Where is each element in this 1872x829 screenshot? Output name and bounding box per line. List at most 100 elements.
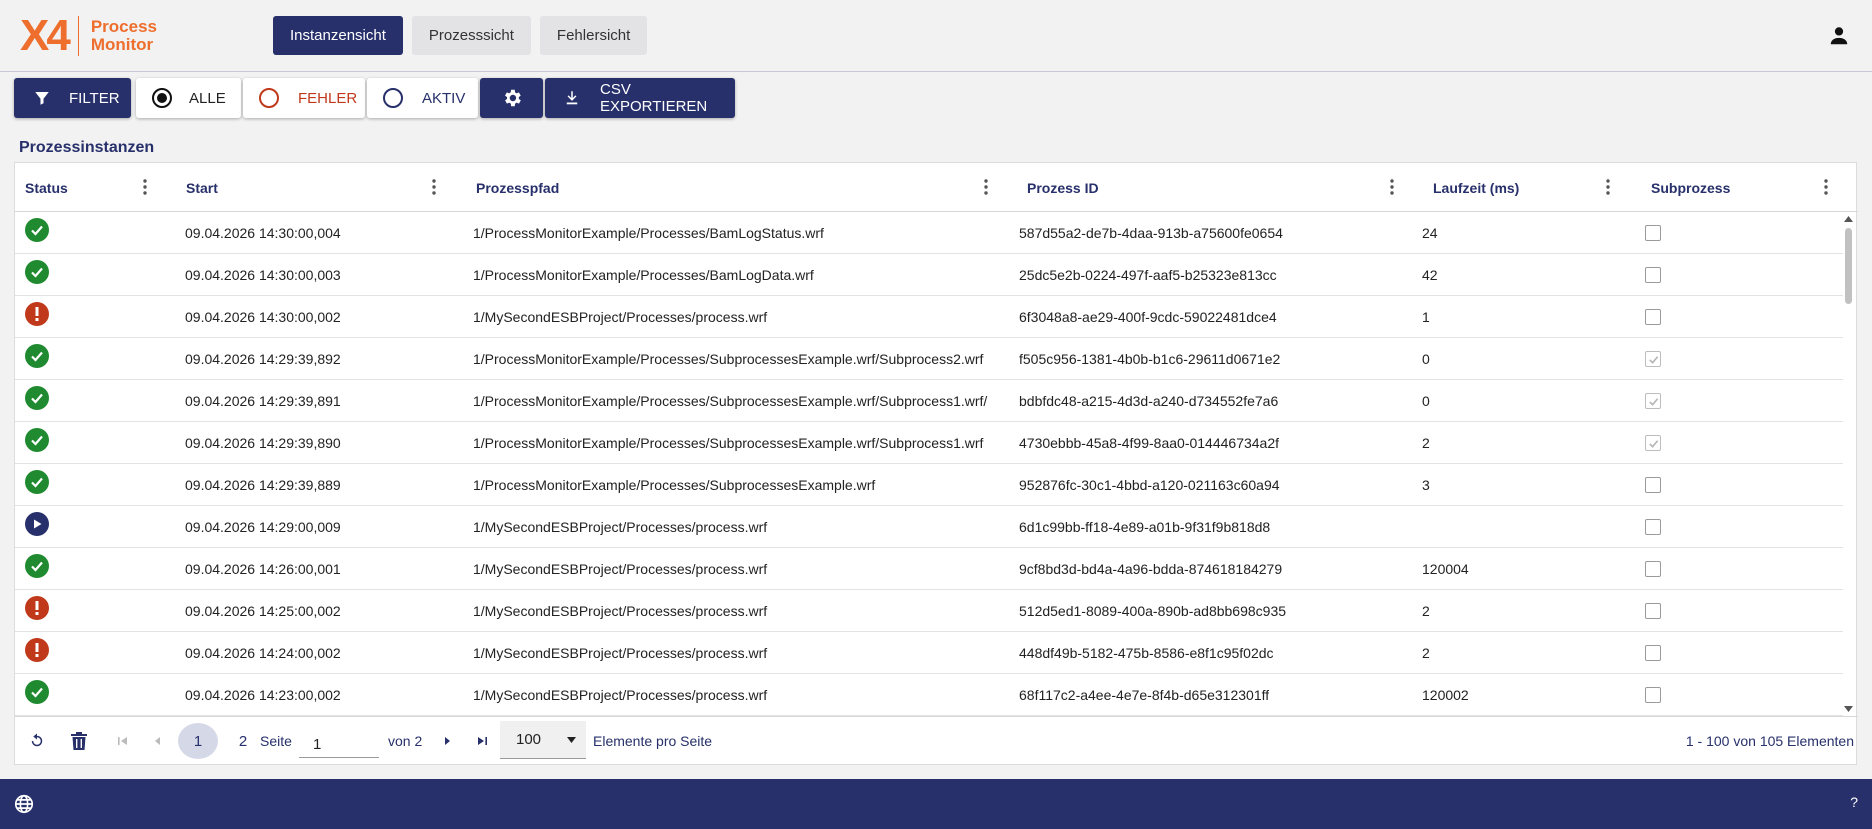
process-path-cell: 1/ProcessMonitorExample/Processes/Subpro…: [473, 351, 984, 367]
column-menu-icon[interactable]: [1605, 177, 1611, 197]
error-alert-icon: [25, 638, 49, 662]
table-row[interactable]: 09.04.2026 14:26:00,001 1/MySecondESBProj…: [15, 548, 1843, 590]
settings-button[interactable]: [480, 78, 543, 118]
next-page-icon[interactable]: [435, 729, 459, 753]
table-row[interactable]: 09.04.2026 14:24:00,002 1/MySecondESBProj…: [15, 632, 1843, 674]
subprocess-checkbox[interactable]: [1645, 267, 1661, 283]
start-cell: 09.04.2026 14:29:39,890: [185, 435, 341, 451]
success-check-icon: [25, 428, 49, 452]
logo-line-1: Process: [90, 17, 157, 36]
delete-icon[interactable]: [67, 729, 91, 753]
subprocess-checkbox[interactable]: [1645, 519, 1661, 535]
subprocess-cell: [1645, 632, 1685, 674]
subprocess-checkbox[interactable]: [1645, 561, 1661, 577]
radio-error-indicator: [259, 88, 279, 108]
table-row[interactable]: 09.04.2026 14:29:39,891 1/ProcessMonitorE…: [15, 380, 1843, 422]
csv-export-label: CSV EXPORTIEREN: [600, 81, 708, 115]
help-button[interactable]: ?: [1850, 794, 1858, 810]
subprocess-checkbox[interactable]: [1645, 687, 1661, 703]
page-2-button[interactable]: 2: [223, 723, 263, 759]
table-row[interactable]: 09.04.2026 14:29:39,890 1/ProcessMonitorE…: [15, 422, 1843, 464]
process-path-cell: 1/ProcessMonitorExample/Processes/BamLog…: [473, 267, 814, 283]
tab-fehlersicht[interactable]: Fehlersicht: [539, 16, 648, 55]
scrollbar-thumb[interactable]: [1845, 228, 1852, 304]
status-cell: [25, 674, 49, 716]
column-header-path[interactable]: Prozesspfad: [476, 163, 559, 212]
tab-instanzensicht[interactable]: Instanzensicht: [273, 16, 403, 55]
column-header-status[interactable]: Status: [25, 163, 68, 212]
table-row[interactable]: 09.04.2026 14:23:00,002 1/MySecondESBProj…: [15, 674, 1843, 716]
status-cell: [25, 590, 49, 632]
previous-page-icon[interactable]: [146, 729, 170, 753]
process-id-cell: 6d1c99bb-ff18-4e89-a01b-9f31f9b818d8: [1019, 519, 1271, 535]
process-instances-table: Status Start Prozesspfad Prozess ID Lauf…: [14, 162, 1858, 765]
subprocess-checkbox[interactable]: [1645, 435, 1661, 451]
filter-button[interactable]: FILTER: [14, 78, 131, 118]
column-menu-icon[interactable]: [431, 177, 437, 197]
status-cell: [25, 254, 49, 296]
subprocess-checkbox[interactable]: [1645, 225, 1661, 241]
runtime-cell: 3: [1422, 477, 1430, 493]
column-header-runtime[interactable]: Laufzeit (ms): [1433, 163, 1519, 212]
radio-all[interactable]: ALLE: [136, 78, 241, 118]
column-menu-icon[interactable]: [1389, 177, 1395, 197]
status-cell: [25, 548, 49, 590]
app-footer: ?: [0, 779, 1872, 829]
subprocess-checkbox[interactable]: [1645, 393, 1661, 409]
status-cell: [25, 380, 49, 422]
subprocess-checkbox[interactable]: [1645, 477, 1661, 493]
tab-prozesssicht[interactable]: Prozesssicht: [411, 16, 531, 55]
filter-button-label: FILTER: [69, 89, 120, 107]
subprocess-checkbox[interactable]: [1645, 309, 1661, 325]
table-row[interactable]: 09.04.2026 14:29:39,892 1/ProcessMonitorE…: [15, 338, 1843, 380]
page-size-select[interactable]: 100: [500, 721, 586, 759]
refresh-icon[interactable]: [25, 729, 49, 753]
process-id-cell: 448df49b-5182-475b-8586-e8f1c95f02dc: [1019, 645, 1274, 661]
download-icon: [563, 89, 581, 107]
table-body: 09.04.2026 14:30:00,004 1/ProcessMonitorE…: [15, 212, 1843, 716]
globe-icon[interactable]: [13, 793, 35, 815]
process-path-cell: 1/ProcessMonitorExample/Processes/BamLog…: [473, 225, 824, 241]
radio-active[interactable]: AKTIV: [367, 78, 478, 118]
last-page-icon[interactable]: [470, 729, 494, 753]
column-header-id[interactable]: Prozess ID: [1027, 163, 1099, 212]
table-row[interactable]: 09.04.2026 14:25:00,002 1/MySecondESBProj…: [15, 590, 1843, 632]
paginator: 1 2 Seite von 2 100 Elemente pro Seite 1…: [15, 716, 1858, 765]
start-cell: 09.04.2026 14:29:00,009: [185, 519, 341, 535]
table-row[interactable]: 09.04.2026 14:29:39,889 1/ProcessMonitorE…: [15, 464, 1843, 506]
csv-export-button[interactable]: CSV EXPORTIEREN: [545, 78, 735, 118]
start-cell: 09.04.2026 14:26:00,001: [185, 561, 341, 577]
table-row[interactable]: 09.04.2026 14:30:00,004 1/ProcessMonitorE…: [15, 212, 1843, 254]
start-cell: 09.04.2026 14:23:00,002: [185, 687, 341, 703]
column-menu-icon[interactable]: [142, 177, 148, 197]
subprocess-cell: [1645, 212, 1685, 254]
range-label: 1 - 100 von 105 Elementen: [1685, 733, 1854, 749]
status-cell: [25, 422, 49, 464]
radio-error[interactable]: FEHLER: [243, 78, 365, 118]
subprocess-cell: [1645, 464, 1685, 506]
radio-all-indicator: [152, 88, 172, 108]
table-row[interactable]: 09.04.2026 14:30:00,002 1/MySecondESBProj…: [15, 296, 1843, 338]
column-menu-icon[interactable]: [1823, 177, 1829, 197]
column-header-subprocess[interactable]: Subprozess: [1651, 163, 1730, 212]
subprocess-checkbox[interactable]: [1645, 351, 1661, 367]
person-icon[interactable]: [1828, 25, 1850, 47]
first-page-icon[interactable]: [111, 729, 135, 753]
table-scrollbar[interactable]: [1841, 212, 1856, 716]
page-total-label: von 2: [388, 733, 423, 749]
status-cell: [25, 506, 49, 548]
column-menu-icon[interactable]: [983, 177, 989, 197]
process-path-cell: 1/ProcessMonitorExample/Processes/Subpro…: [473, 435, 984, 451]
status-cell: [25, 212, 49, 254]
table-row[interactable]: 09.04.2026 14:30:00,003 1/ProcessMonitorE…: [15, 254, 1843, 296]
table-row[interactable]: 09.04.2026 14:29:00,009 1/MySecondESBProj…: [15, 506, 1843, 548]
success-check-icon: [25, 470, 49, 494]
subprocess-checkbox[interactable]: [1645, 645, 1661, 661]
column-header-start[interactable]: Start: [186, 163, 218, 212]
page-number-input[interactable]: [299, 724, 379, 758]
page-1-button[interactable]: 1: [178, 723, 218, 759]
start-cell: 09.04.2026 14:29:39,889: [185, 477, 341, 493]
subprocess-checkbox[interactable]: [1645, 603, 1661, 619]
status-cell: [25, 296, 49, 338]
subprocess-cell: [1645, 674, 1685, 716]
